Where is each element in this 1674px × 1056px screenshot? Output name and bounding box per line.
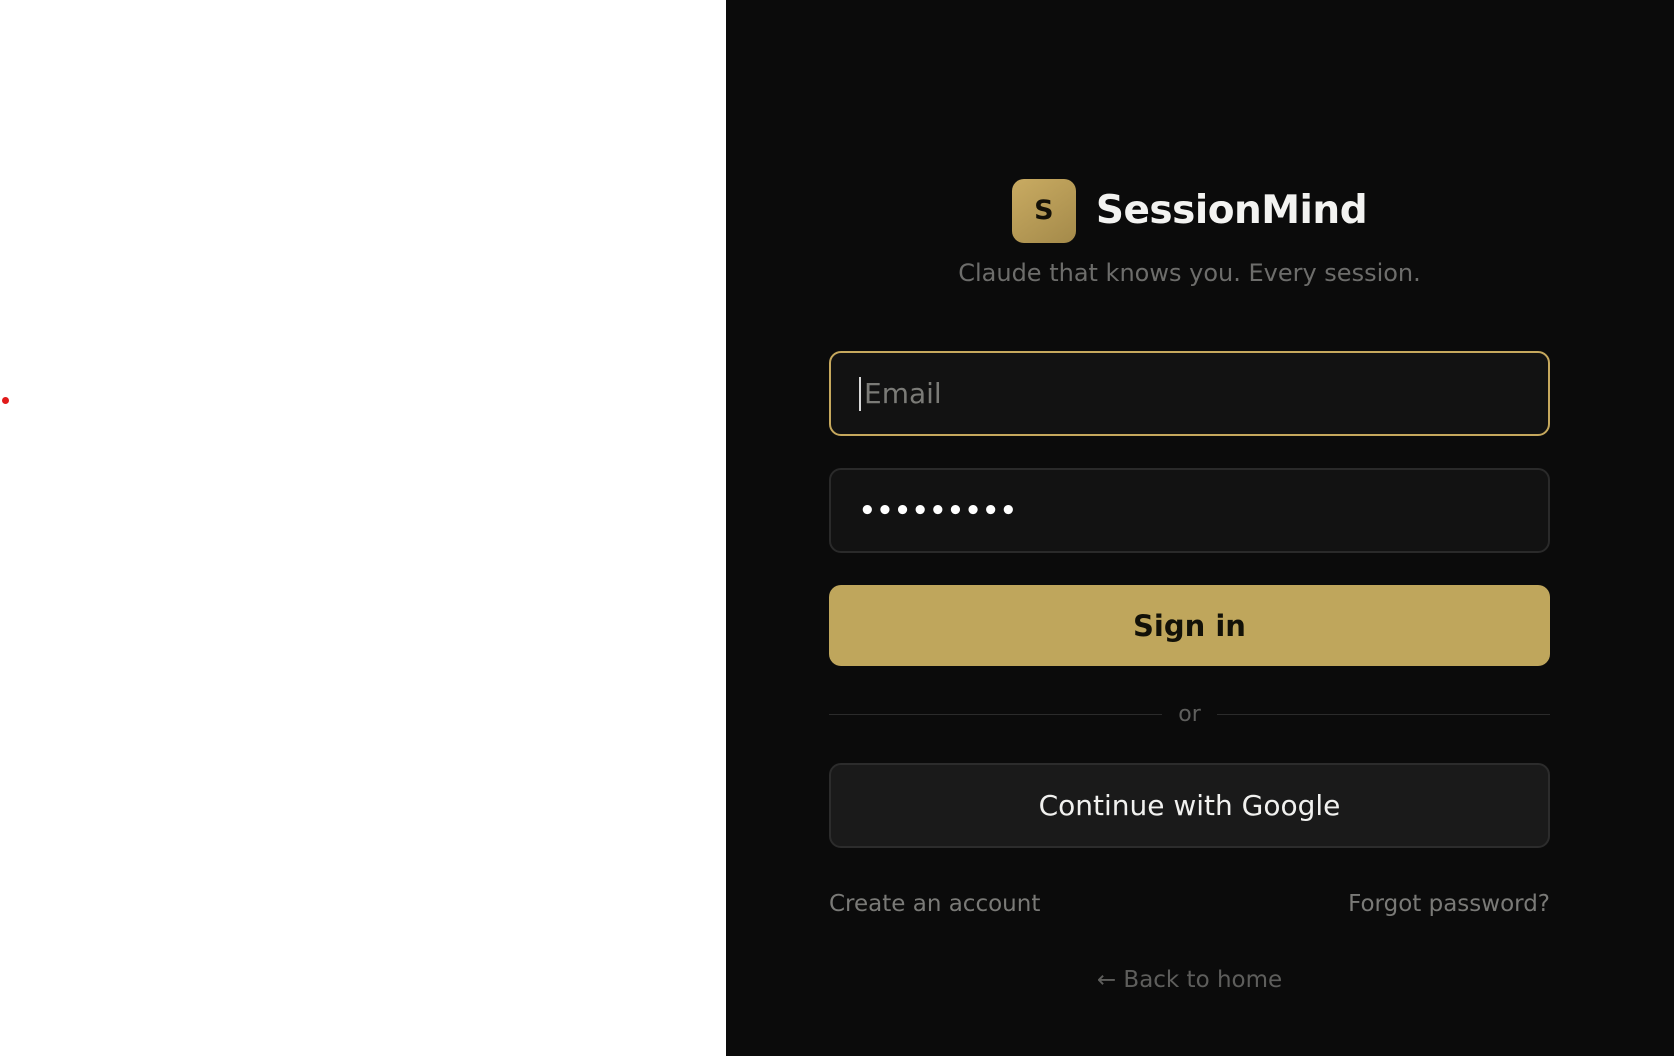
logo-letter: S (1034, 195, 1054, 226)
divider-line-right (1216, 714, 1551, 715)
cursor-dot-icon (2, 397, 9, 404)
logo-icon: S (1011, 178, 1076, 243)
login-card: S SessionMind Claude that knows you. Eve… (829, 178, 1551, 993)
divider-label: or (1178, 702, 1201, 727)
auth-panel: S SessionMind Claude that knows you. Eve… (726, 0, 1674, 1056)
password-field[interactable]: ••••••••• (829, 468, 1550, 553)
login-page: S SessionMind Claude that knows you. Eve… (0, 0, 1674, 1056)
auth-links: Create an account Forgot password? (829, 891, 1550, 917)
back-to-home-link[interactable]: ← Back to home (1097, 967, 1282, 993)
email-field[interactable] (829, 351, 1550, 436)
brand-name: SessionMind (1095, 188, 1368, 233)
continue-with-google-button[interactable]: Continue with Google (829, 763, 1550, 848)
password-input[interactable]: ••••••••• (859, 496, 1018, 526)
divider-line-left (829, 714, 1163, 715)
brand-header: S SessionMind (829, 178, 1550, 243)
back-home-row: ← Back to home (829, 967, 1550, 993)
sign-in-button[interactable]: Sign in (829, 585, 1550, 666)
forgot-password-link[interactable]: Forgot password? (1348, 891, 1550, 917)
left-blank-panel (0, 0, 726, 1056)
tagline: Claude that knows you. Every session. (958, 259, 1421, 287)
email-input[interactable] (862, 376, 1520, 411)
create-account-link[interactable]: Create an account (829, 891, 1040, 917)
text-caret (859, 376, 861, 411)
or-divider: or (829, 702, 1551, 727)
